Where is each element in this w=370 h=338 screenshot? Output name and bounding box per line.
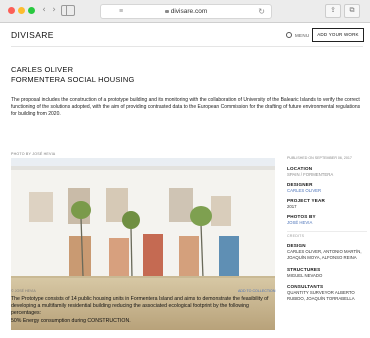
header-divider xyxy=(11,46,363,47)
forward-button[interactable]: › xyxy=(50,5,58,16)
share-icon[interactable]: ⇪ xyxy=(325,4,341,18)
designer-label: DESIGNER xyxy=(287,182,313,187)
body-text: The Prototype consists of 14 public hous… xyxy=(11,296,275,325)
site-logo[interactable]: DIVISARE xyxy=(11,30,54,40)
page-title-project: FORMENTERA SOCIAL HOUSING xyxy=(11,75,135,84)
page-content: DIVISARE MENU ADD YOUR WORK CARLES OLIVE… xyxy=(0,23,370,338)
body-percentage-line: 50% Energy consumption during CONSTRUCTI… xyxy=(11,317,131,324)
credits-divider xyxy=(287,231,367,232)
photo-credit: PHOTO BY JOSÉ HEVIA xyxy=(11,152,56,156)
design-value: CARLES OLIVER, ANTONIO MARTÍN, JOAQUÍN M… xyxy=(287,249,362,260)
search-icon xyxy=(286,32,292,38)
page-title-author: CARLES OLIVER xyxy=(11,65,74,74)
location-value[interactable]: SPAIN / FORMENTERA xyxy=(287,172,367,178)
published-date: PUBLISHED ON SEPTEMBER 06, 2017 xyxy=(287,156,352,160)
menu-label: MENU xyxy=(295,33,310,38)
menu-button[interactable]: MENU xyxy=(286,32,309,38)
add-your-work-button[interactable]: ADD YOUR WORK xyxy=(312,28,364,42)
address-bar[interactable]: ≡ divisare.com ↻ xyxy=(100,4,272,19)
structures-label: STRUCTURES xyxy=(287,267,321,272)
browser-window: ‹ › ≡ divisare.com ↻ ⇪ ⧉ DIVISARE MENU A… xyxy=(0,0,370,338)
designer-link[interactable]: CARLES OLIVER xyxy=(287,188,367,194)
intro-paragraph: The proposal includes the construction o… xyxy=(11,97,361,117)
browser-toolbar: ‹ › ≡ divisare.com ↻ ⇪ ⧉ xyxy=(0,0,370,23)
sidebar-toggle-icon[interactable] xyxy=(61,5,75,16)
photographer-link[interactable]: JOSÉ HEVIA xyxy=(287,220,367,226)
lock-icon xyxy=(164,10,169,13)
location-label: LOCATION xyxy=(287,166,313,171)
tabs-icon[interactable]: ⧉ xyxy=(344,4,360,18)
add-to-collection-link[interactable]: ADD TO COLLECTION xyxy=(238,289,275,293)
credits-heading: CREDITS xyxy=(287,234,305,238)
consultants-label: CONSULTANTS xyxy=(287,284,324,289)
zoom-window-button[interactable] xyxy=(28,7,35,14)
close-window-button[interactable] xyxy=(8,7,15,14)
photos-by-label: PHOTOS BY xyxy=(287,214,316,219)
project-year-value: 2017 xyxy=(287,204,297,209)
back-button[interactable]: ‹ xyxy=(40,5,48,16)
consultants-value: QUANTITY SURVEYOR ALBERTO RUBIDO, JOAQUÍ… xyxy=(287,290,355,301)
url-text: divisare.com xyxy=(170,8,208,15)
body-paragraph: The Prototype consists of 14 public hous… xyxy=(11,296,269,317)
project-year-label: PROJECT YEAR xyxy=(287,198,326,203)
photo-caption: © JOSÉ HEVIA xyxy=(11,289,36,293)
structures-value: MIGUEL NEVADO xyxy=(287,273,323,278)
design-label: DESIGN xyxy=(287,243,306,248)
minimize-window-button[interactable] xyxy=(18,7,25,14)
reload-icon[interactable]: ↻ xyxy=(258,5,265,18)
